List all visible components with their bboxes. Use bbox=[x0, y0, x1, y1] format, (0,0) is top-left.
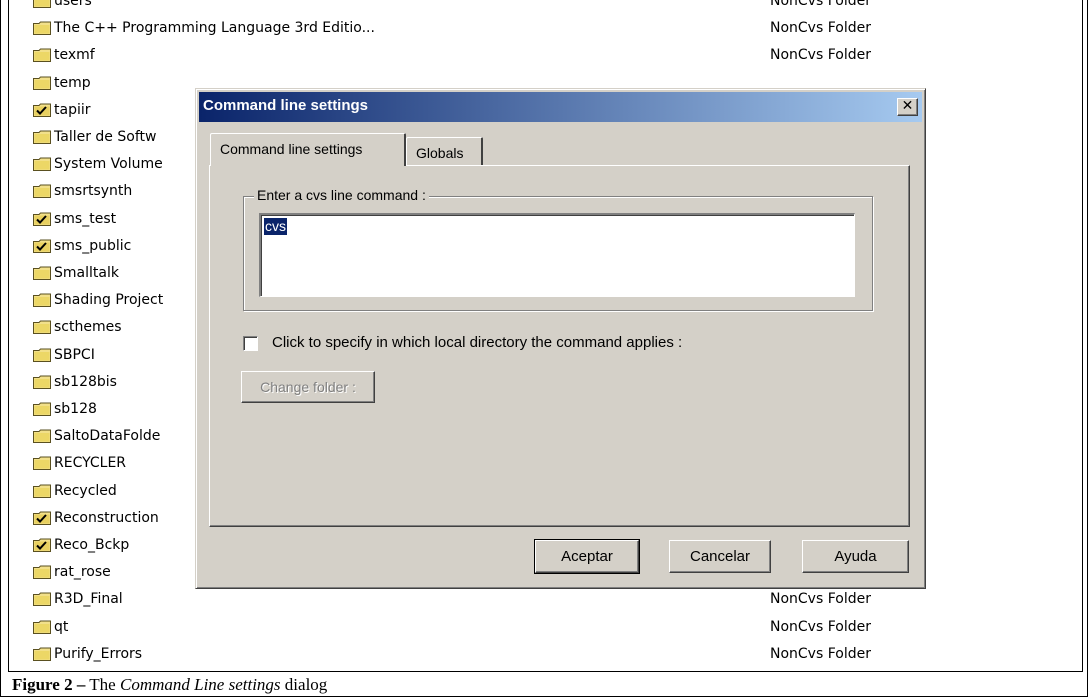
close-button[interactable]: ✕ bbox=[897, 98, 918, 116]
folder-icon bbox=[33, 76, 51, 90]
folder-name: sb128 bbox=[54, 401, 97, 417]
cvs-folder-icon bbox=[33, 239, 51, 253]
folder-name: Taller de Softw bbox=[54, 129, 157, 145]
folder-icon bbox=[33, 484, 51, 498]
folder-icon bbox=[33, 620, 51, 634]
list-item[interactable]: R3D_Final NonCvs Folder bbox=[33, 587, 1073, 614]
folder-name: sms_test bbox=[54, 210, 117, 227]
folder-name: Smalltalk bbox=[54, 265, 119, 281]
tab-globals[interactable]: Globals bbox=[406, 137, 483, 165]
folder-icon bbox=[33, 592, 51, 607]
cvs-folder-icon bbox=[33, 538, 51, 552]
cvs-folder-icon bbox=[33, 103, 51, 117]
folder-name: rat_rose bbox=[54, 564, 111, 581]
folder-icon bbox=[33, 348, 51, 362]
folder-name: Purify_Errors bbox=[54, 645, 143, 662]
folder-type: NonCvs Folder bbox=[770, 20, 871, 37]
folder-name: texmf bbox=[54, 47, 95, 64]
folder-name: System Volume bbox=[54, 156, 163, 173]
folder-icon bbox=[33, 402, 51, 416]
cvs-folder-icon bbox=[33, 511, 51, 525]
list-item[interactable]: The C++ Programming Language 3rd Editio.… bbox=[33, 16, 1073, 43]
folder-icon bbox=[33, 320, 51, 335]
close-icon: ✕ bbox=[901, 98, 914, 114]
folder-name: users bbox=[54, 0, 92, 9]
folder-name: smsrtsynth bbox=[54, 183, 133, 200]
folder-name: Shading Project bbox=[54, 292, 164, 309]
folder-icon bbox=[33, 266, 51, 280]
folder-name: sb128bis bbox=[54, 373, 117, 390]
tab-panel: Enter a cvs line command : cvs Click to … bbox=[209, 165, 910, 527]
folder-icon bbox=[33, 48, 51, 63]
folder-icon bbox=[33, 456, 51, 471]
folder-icon bbox=[33, 375, 51, 389]
cvs-folder-icon bbox=[33, 212, 51, 226]
tab-label: Globals bbox=[416, 145, 464, 161]
folder-name: SaltoDataFolde bbox=[54, 428, 161, 445]
caption-dialog-name: Command Line settings bbox=[119, 675, 281, 694]
help-button[interactable]: Ayuda bbox=[802, 540, 909, 573]
folder-type: NonCvs Folder bbox=[770, 591, 871, 608]
local-directory-checkbox-label[interactable]: Click to specify in which local director… bbox=[272, 334, 682, 351]
folder-name: scthemes bbox=[54, 319, 122, 336]
dialog-titlebar[interactable]: Command line settings ✕ bbox=[199, 92, 922, 122]
folder-name: tapiir bbox=[54, 101, 91, 118]
folder-type: NonCvs Folder bbox=[770, 0, 871, 9]
folder-name: Reconstruction bbox=[54, 509, 159, 526]
folder-type: NonCvs Folder bbox=[770, 645, 871, 662]
cvs-command-input[interactable]: cvs bbox=[259, 213, 855, 297]
change-folder-button: Change folder : bbox=[241, 371, 375, 403]
folder-name: temp bbox=[54, 74, 91, 91]
folder-icon bbox=[33, 647, 51, 661]
folder-icon bbox=[33, 0, 51, 8]
folder-name: SBPCI bbox=[54, 346, 95, 363]
list-item[interactable]: qt NonCvs Folder bbox=[33, 615, 1073, 642]
caption-text: The bbox=[85, 675, 120, 694]
folder-name: The C++ Programming Language 3rd Editio.… bbox=[54, 20, 375, 37]
folder-type: NonCvs Folder bbox=[770, 618, 871, 635]
folder-name: Reco_Bckp bbox=[54, 537, 130, 553]
folder-icon bbox=[33, 565, 51, 580]
groupbox-label: Enter a cvs line command : bbox=[254, 187, 429, 203]
tab-label: Command line settings bbox=[220, 141, 363, 157]
folder-type: NonCvs Folder bbox=[770, 47, 871, 64]
command-line-settings-dialog: Command line settings ✕ Enter a cvs line… bbox=[195, 88, 926, 589]
folder-name: R3D_Final bbox=[54, 591, 123, 608]
folder-name: qt bbox=[54, 618, 69, 635]
folder-name: sms_public bbox=[54, 237, 132, 254]
folder-name: RECYCLER bbox=[54, 455, 127, 472]
folder-icon bbox=[33, 429, 51, 444]
caption-label: Figure 2 – bbox=[12, 675, 86, 694]
folder-icon bbox=[33, 293, 51, 308]
caption-text-end: dialog bbox=[280, 675, 328, 694]
folder-icon bbox=[33, 130, 51, 144]
list-item[interactable]: texmf NonCvs Folder bbox=[33, 43, 1073, 70]
tab-command-line-settings[interactable]: Command line settings bbox=[210, 133, 406, 166]
list-item[interactable]: Purify_Errors NonCvs Folder bbox=[33, 642, 1073, 669]
local-directory-checkbox[interactable] bbox=[243, 336, 258, 351]
list-item[interactable]: users NonCvs Folder bbox=[33, 0, 1073, 16]
folder-name: Recycled bbox=[54, 482, 117, 499]
folder-icon bbox=[33, 157, 51, 172]
figure-caption: Figure 2 – The Command Line settings dia… bbox=[12, 673, 327, 697]
dialog-title: Command line settings bbox=[203, 97, 369, 114]
folder-icon bbox=[33, 21, 51, 36]
accept-button[interactable]: Aceptar bbox=[534, 539, 640, 574]
folder-icon bbox=[33, 184, 51, 199]
command-groupbox: Enter a cvs line command : cvs bbox=[243, 187, 873, 311]
cvs-command-value: cvs bbox=[264, 218, 287, 235]
cancel-button[interactable]: Cancelar bbox=[669, 540, 771, 573]
